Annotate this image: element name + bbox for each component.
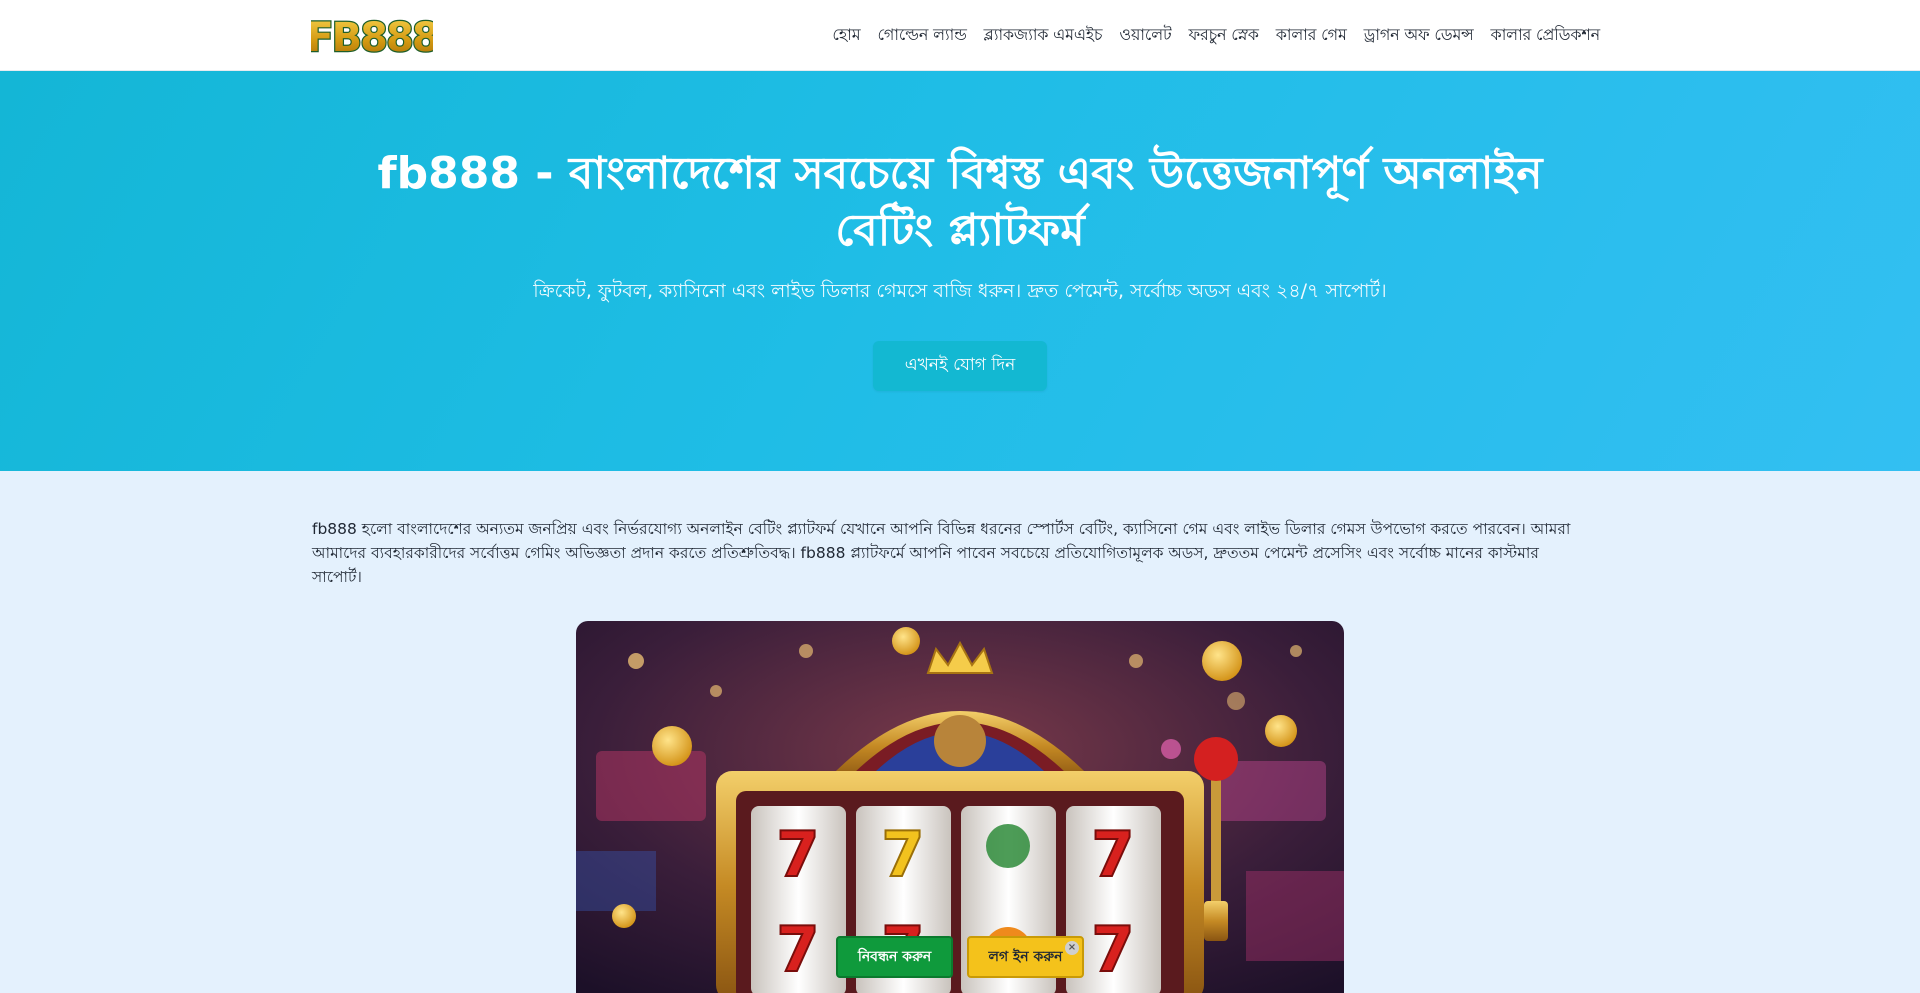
nav-item-fortune-snake[interactable]: ফরচুন স্নেক [1189, 22, 1259, 49]
close-icon[interactable]: × [1065, 941, 1079, 955]
join-now-button[interactable]: এখনই যোগ দিন [873, 341, 1047, 391]
reel-seven-2: 7 [881, 818, 924, 891]
nav-item-color-game[interactable]: কালার গেম [1276, 22, 1347, 49]
hero-section: fb888 - বাংলাদেশের সবচেয়ে বিশ্বস্ত এবং … [0, 71, 1920, 471]
site-header: FB888 হোম গোল্ডেন ল্যান্ড ব্ল্যাকজ্যাক এ… [0, 0, 1920, 71]
hero-subtitle: ক্রিকেট, ফুটবল, ক্যাসিনো এবং লাইভ ডিলার … [533, 280, 1387, 302]
hero-title-line2: বেটিং প্ল্যাটফর্ম [835, 205, 1085, 256]
register-button[interactable]: নিবন্ধন করুন [836, 936, 953, 978]
floating-auth-bar: নিবন্ধন করুন লগ ইন করুন × [836, 936, 1084, 978]
nav-item-home[interactable]: হোম [832, 22, 860, 49]
hero-title-line1: fb888 - বাংলাদেশের সবচেয়ে বিশ্বস্ত এবং … [377, 148, 1543, 199]
nav-item-blackjack-mh[interactable]: ব্ল্যাকজ্যাক এমএইচ [984, 22, 1103, 49]
nav-item-color-prediction[interactable]: কালার প্রেডিকশন [1491, 22, 1601, 49]
intro-paragraph: fb888 হলো বাংলাদেশের অন্যতম জনপ্রিয় এবং… [312, 520, 1571, 586]
logo-text: FB888 [311, 15, 433, 59]
nav-item-golden-land[interactable]: গোল্ডেন ল্যান্ড [877, 22, 966, 49]
reel-seven-4: 7 [776, 913, 819, 986]
nav-item-wallet[interactable]: ওয়ালেট [1119, 22, 1171, 49]
hero-title: fb888 - বাংলাদেশের সবচেয়ে বিশ্বস্ত এবং … [320, 145, 1600, 259]
logo-graphic: FB888 [311, 14, 433, 59]
login-button[interactable]: লগ ইন করুন × [967, 936, 1084, 978]
nav-item-dragon-of-demons[interactable]: ড্রাগন অফ ডেমন্স [1364, 22, 1474, 49]
fb888-logo[interactable]: FB888 [311, 11, 433, 59]
reel-seven-3: 7 [1091, 818, 1134, 891]
reel-seven-1: 7 [776, 818, 819, 891]
main-nav: হোম গোল্ডেন ল্যান্ড ব্ল্যাকজ্যাক এমএইচ ও… [832, 0, 1600, 71]
login-button-label: লগ ইন করুন [988, 949, 1063, 965]
reel-seven-6: 7 [1091, 913, 1134, 986]
